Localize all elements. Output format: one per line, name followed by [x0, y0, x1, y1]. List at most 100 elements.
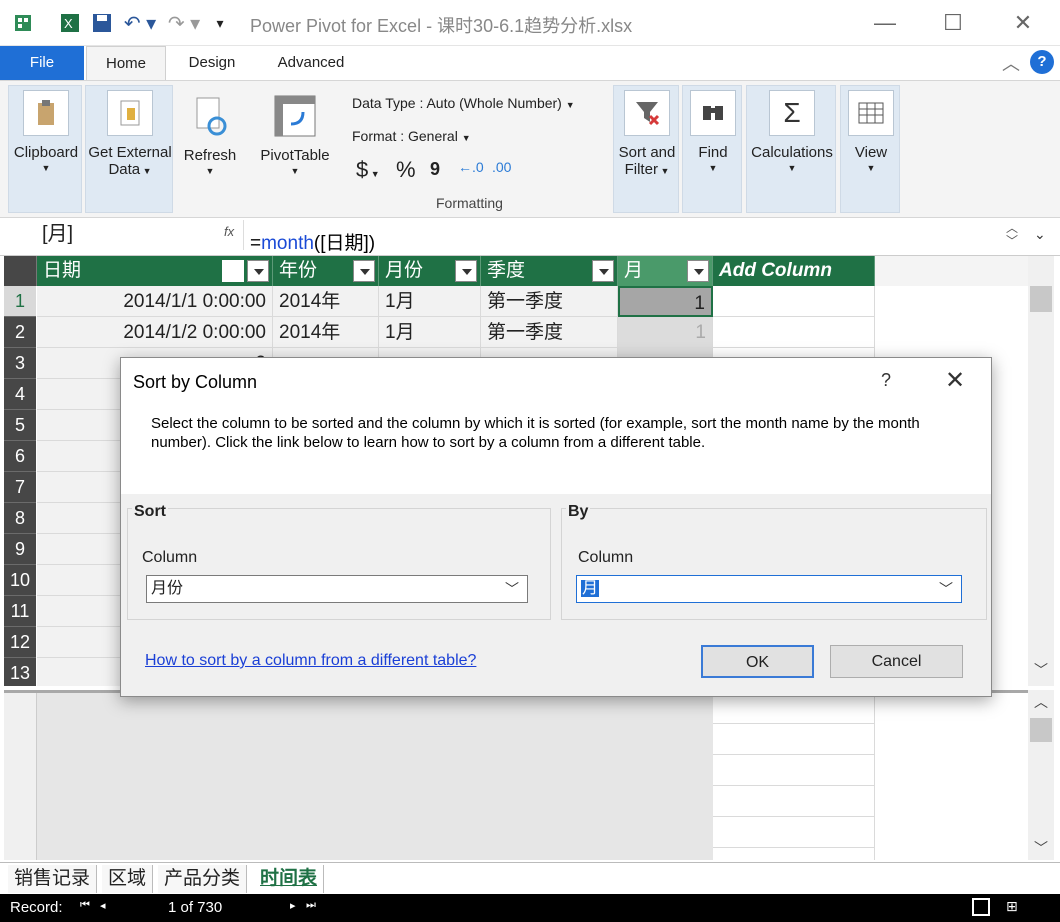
excel-icon[interactable]: X	[56, 10, 84, 36]
tab-home[interactable]: Home	[86, 46, 166, 80]
row-number[interactable]: 10	[4, 565, 36, 596]
cell-m[interactable]: 1	[618, 317, 713, 348]
cell-add-column[interactable]	[713, 286, 875, 317]
row-number[interactable]: 13	[4, 658, 36, 686]
chevron-down-icon: ▼	[866, 163, 876, 173]
last-record-icon[interactable]: ⏭	[306, 899, 316, 912]
row-number[interactable]: 3	[4, 348, 36, 379]
column-header-year[interactable]: 年份	[273, 256, 379, 286]
cell-date[interactable]: 2014/1/2 0:00:00	[37, 317, 273, 348]
help-icon[interactable]: ?	[1030, 50, 1054, 74]
column-header-date[interactable]: 日期	[37, 256, 273, 286]
column-header-month[interactable]: 月份	[379, 256, 481, 286]
tab-file[interactable]: File	[0, 46, 84, 80]
cancel-button[interactable]: Cancel	[830, 645, 963, 678]
row-number[interactable]: 12	[4, 627, 36, 658]
scroll-thumb[interactable]	[1030, 286, 1052, 312]
add-column-header[interactable]: Add Column	[713, 256, 875, 286]
minimize-button[interactable]: —	[870, 8, 900, 38]
collapse-ribbon-icon[interactable]: ︿	[1002, 50, 1020, 76]
formula-scroll-icon[interactable]: ︿ ﹀	[1006, 222, 1018, 248]
get-external-data-button[interactable]: Get External Data ▼	[86, 90, 174, 178]
tab-sheet-time[interactable]: 时间表	[254, 865, 325, 893]
save-icon[interactable]	[88, 10, 116, 36]
next-record-icon[interactable]: ▸	[290, 899, 296, 912]
diagram-view-icon[interactable]: ⊞	[1006, 898, 1018, 915]
currency-button[interactable]: $ ▼	[356, 157, 380, 183]
name-box[interactable]: [月]	[4, 220, 244, 250]
sort-filter-button[interactable]: Sort and Filter ▼	[614, 90, 680, 178]
scroll-up-icon[interactable]: ︿	[1034, 692, 1048, 712]
filter-dropdown-icon[interactable]	[592, 260, 614, 282]
cell-month[interactable]: 1月	[379, 286, 481, 317]
filter-dropdown-icon[interactable]	[455, 260, 477, 282]
get-external-data-label-1: Get External	[88, 144, 172, 161]
undo-icon[interactable]: ↶ ▾	[120, 10, 160, 36]
pivottable-button[interactable]: PivotTable ▼	[254, 93, 336, 176]
scroll-thumb[interactable]	[1030, 718, 1052, 742]
scroll-down-icon[interactable]: ﹀	[1034, 838, 1048, 858]
calculations-button[interactable]: Σ Calculations ▼	[747, 90, 837, 173]
calc-area-cells[interactable]	[37, 693, 713, 860]
first-record-icon[interactable]: ⏮	[80, 899, 90, 912]
filter-dropdown-icon[interactable]	[247, 260, 269, 282]
sort-column-select[interactable]: 月份 ﹀	[146, 575, 528, 603]
row-number[interactable]: 6	[4, 441, 36, 472]
percent-icon[interactable]: %	[396, 157, 416, 183]
increase-decimal-icon[interactable]: ←.0	[458, 159, 484, 175]
row-number[interactable]: 4	[4, 379, 36, 410]
expand-formula-icon[interactable]: ⌄	[1034, 226, 1046, 243]
row-number[interactable]: 8	[4, 503, 36, 534]
dialog-help-icon[interactable]: ?	[881, 370, 891, 391]
close-window-button[interactable]: ✕	[1008, 8, 1038, 38]
cell-date[interactable]: 2014/1/1 0:00:00	[37, 286, 273, 317]
ok-button[interactable]: OK	[701, 645, 814, 678]
scroll-down-icon[interactable]: ﹀	[1034, 660, 1048, 680]
maximize-button[interactable]: ☐	[938, 8, 968, 38]
view-button[interactable]: View ▼	[841, 90, 901, 173]
tab-advanced[interactable]: Advanced	[262, 46, 360, 80]
dialog-close-icon[interactable]: ✕	[945, 366, 965, 395]
customize-qat-icon[interactable]: ▾	[210, 10, 230, 36]
redo-icon[interactable]: ↷ ▾	[164, 10, 204, 36]
comma-style-icon[interactable]: 9	[430, 159, 440, 180]
calc-area-add-column[interactable]	[713, 693, 875, 860]
cell-quarter[interactable]: 第一季度	[481, 286, 618, 317]
cell-year[interactable]: 2014年	[273, 286, 379, 317]
row-number[interactable]: 1	[4, 286, 36, 317]
calc-vertical-scrollbar[interactable]: ︿ ﹀	[1028, 690, 1054, 860]
cell-month[interactable]: 1月	[379, 317, 481, 348]
column-header-m[interactable]: 月	[618, 256, 713, 286]
row-number[interactable]: 9	[4, 534, 36, 565]
clipboard-button[interactable]: Clipboard ▼	[9, 90, 83, 173]
decrease-decimal-icon[interactable]: .00	[492, 159, 511, 175]
help-link[interactable]: How to sort by a column from a different…	[145, 652, 476, 670]
formula-input[interactable]: =month([日期])	[250, 228, 375, 255]
column-header-quarter[interactable]: 季度	[481, 256, 618, 286]
row-number[interactable]: 2	[4, 317, 36, 348]
cell-quarter[interactable]: 第一季度	[481, 317, 618, 348]
refresh-button[interactable]: Refresh ▼	[180, 93, 240, 176]
tab-sheet-sales[interactable]: 销售记录	[8, 865, 98, 893]
cell-year[interactable]: 2014年	[273, 317, 379, 348]
row-number[interactable]: 11	[4, 596, 36, 627]
filter-dropdown-icon[interactable]	[687, 260, 709, 282]
row-number[interactable]: 7	[4, 472, 36, 503]
tab-sheet-region[interactable]: 区域	[102, 865, 154, 893]
calculation-area[interactable]	[4, 690, 1028, 860]
row-number[interactable]: 5	[4, 410, 36, 441]
data-type-dropdown[interactable]: Data Type : Auto (Whole Number) ▼	[352, 95, 575, 111]
by-column-select[interactable]: 月 ﹀	[576, 575, 962, 603]
select-all-corner[interactable]	[4, 256, 37, 286]
cell-add-column[interactable]	[713, 317, 875, 348]
fx-icon[interactable]: fx	[224, 224, 234, 239]
filter-dropdown-icon[interactable]	[353, 260, 375, 282]
cell-m[interactable]: 1	[618, 286, 713, 317]
find-button[interactable]: Find ▼	[683, 90, 743, 173]
vertical-scrollbar[interactable]: ﹀	[1028, 256, 1054, 686]
grid-view-icon[interactable]	[972, 898, 990, 916]
prev-record-icon[interactable]: ◂	[100, 899, 106, 912]
tab-design[interactable]: Design	[172, 46, 252, 80]
format-dropdown[interactable]: Format : General ▼	[352, 128, 471, 144]
tab-sheet-product-category[interactable]: 产品分类	[158, 865, 248, 893]
